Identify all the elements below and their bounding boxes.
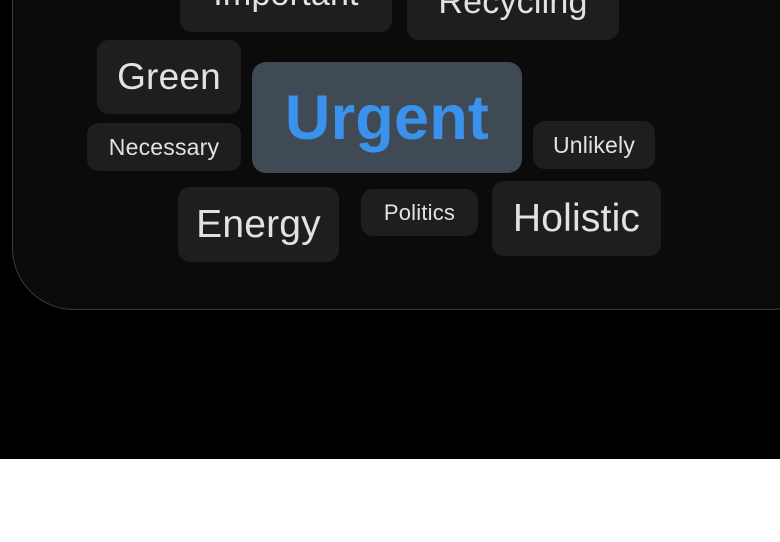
word-chip-energy[interactable]: Energy <box>178 187 339 262</box>
word-chip-recycling[interactable]: Recycling <box>407 0 619 40</box>
word-chip-important[interactable]: Important <box>180 0 392 32</box>
word-chip-necessary[interactable]: Necessary <box>87 123 241 171</box>
word-chip-urgent-selected[interactable]: Urgent <box>252 62 522 173</box>
word-chip-unlikely[interactable]: Unlikely <box>533 121 655 169</box>
word-chip-politics[interactable]: Politics <box>361 189 478 236</box>
blank-area <box>0 459 780 542</box>
word-chip-holistic[interactable]: Holistic <box>492 181 661 256</box>
word-chip-green[interactable]: Green <box>97 40 241 114</box>
screen-area: Important Recycling Green Urgent Necessa… <box>0 0 780 459</box>
